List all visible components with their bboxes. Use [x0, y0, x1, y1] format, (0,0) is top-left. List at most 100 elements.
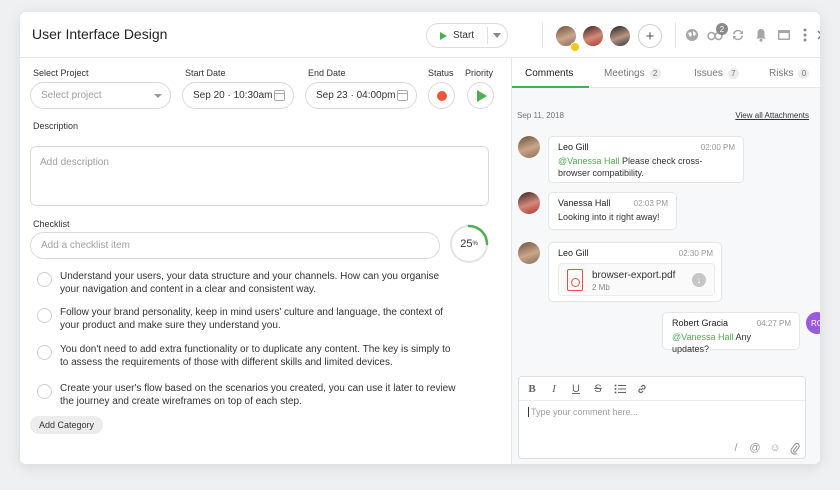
status-button[interactable] — [428, 82, 455, 109]
description-input[interactable]: Add description — [30, 146, 489, 206]
tab-label: Comments — [525, 67, 574, 79]
view-all-attachments-link[interactable]: View all Attachments — [735, 111, 809, 120]
checkbox[interactable] — [37, 308, 52, 323]
start-date-field[interactable]: Sep 20 · 10:30am — [182, 82, 294, 109]
header-divider — [675, 22, 676, 48]
checklist-progress: 25% — [449, 224, 489, 264]
strikethrough-icon[interactable]: S — [590, 381, 606, 397]
mention-link[interactable]: @Vanessa Hall — [672, 332, 734, 342]
tab-risks[interactable]: Risks 0 — [769, 58, 810, 88]
attachment[interactable]: browser-export.pdf 2 Mb ↓ — [558, 263, 715, 296]
bell-icon[interactable] — [753, 27, 769, 43]
pdf-file-icon — [567, 269, 583, 291]
comment-time: 02:03 PM — [633, 199, 668, 208]
more-vertical-icon[interactable] — [797, 27, 813, 43]
comment-input[interactable]: Type your comment here... — [528, 407, 638, 417]
activity-panel: Comments Meetings 2 Issues 7 Risks 0 Sep… — [512, 58, 820, 464]
editor-toolbar: B I U S — [519, 377, 805, 401]
active-tab-indicator — [512, 86, 589, 88]
checklist-item-text: Follow your brand personality, keep in m… — [60, 307, 444, 331]
avatar[interactable] — [581, 24, 605, 48]
attachment-size: 2 Mb — [592, 283, 610, 292]
priority-button[interactable] — [467, 82, 494, 109]
header-divider — [542, 22, 543, 48]
comment-editor: B I U S Type your comment here... / @ ☺ — [518, 376, 806, 459]
start-date-label: Start Date — [185, 68, 226, 78]
checkbox[interactable] — [37, 384, 52, 399]
project-label: Select Project — [33, 68, 89, 78]
tab-label: Meetings — [604, 67, 645, 79]
tab-label: Risks — [769, 67, 794, 79]
bold-icon[interactable]: B — [524, 381, 540, 397]
comment-bubble: Leo Gill 02:30 PM browser-export.pdf 2 M… — [548, 242, 722, 302]
project-select-placeholder: Select project — [41, 90, 102, 101]
attachment-icon[interactable] — [788, 441, 802, 455]
status-label: Status — [428, 68, 454, 78]
start-button-main[interactable]: Start — [427, 24, 487, 47]
start-date-value: Sep 20 · 10:30am — [193, 90, 273, 101]
priority-label: Priority — [465, 68, 494, 78]
checkbox[interactable] — [37, 345, 52, 360]
checklist-label: Checklist — [33, 219, 70, 229]
comment-text: @Vanessa Hall Any updates? — [672, 331, 790, 355]
chevron-down-icon — [154, 94, 162, 98]
checklist-input[interactable]: Add a checklist item — [30, 232, 440, 259]
attachment-name: browser-export.pdf — [592, 270, 676, 281]
italic-icon[interactable]: I — [546, 381, 562, 397]
status-dot-icon — [436, 90, 447, 101]
comment-bubble: Vanessa Hall 02:03 PM Looking into it ri… — [548, 192, 677, 230]
tab-meetings[interactable]: Meetings 2 — [604, 58, 661, 88]
tab-comments[interactable]: Comments — [525, 58, 573, 88]
task-header: User Interface Design Start + 2 — [20, 12, 820, 58]
play-icon — [439, 31, 447, 40]
bullet-list-icon[interactable] — [612, 381, 628, 397]
add-category-button[interactable]: Add Category — [30, 416, 104, 434]
close-icon[interactable] — [814, 27, 820, 43]
tab-bar: Comments Meetings 2 Issues 7 Risks 0 — [512, 58, 820, 88]
comment-time: 04:27 PM — [756, 319, 791, 328]
comment-bubble: Robert Gracia 04:27 PM @Vanessa Hall Any… — [662, 312, 800, 354]
page-title: User Interface Design — [32, 26, 168, 42]
comment-bubble: Leo Gill 02:00 PM @Vanessa Hall Please c… — [548, 136, 744, 183]
comment-text: @Vanessa Hall Please check cross-browser… — [558, 155, 734, 179]
tab-count-badge: 2 — [649, 67, 661, 79]
start-button[interactable]: Start — [426, 23, 508, 48]
underline-icon[interactable]: U — [568, 381, 584, 397]
checkbox[interactable] — [37, 272, 52, 287]
start-label: Start — [452, 30, 475, 41]
emoji-icon[interactable]: ☺ — [768, 441, 782, 455]
mention-icon[interactable]: @ — [748, 441, 762, 455]
end-date-value: Sep 23 · 04:00pm — [316, 90, 396, 101]
comments-date: Sep 11, 2018 — [517, 111, 565, 120]
checklist-input-placeholder: Add a checklist item — [41, 240, 130, 251]
download-icon[interactable]: ↓ — [692, 273, 706, 287]
progress-unit: % — [472, 241, 478, 247]
checklist-item-text: Understand your users, your data structu… — [60, 271, 440, 295]
globe-icon[interactable] — [684, 27, 700, 43]
end-date-label: End Date — [308, 68, 346, 78]
tab-issues[interactable]: Issues 7 — [694, 58, 739, 88]
tab-count-badge: 0 — [798, 67, 810, 79]
slash-command-icon[interactable]: / — [729, 441, 743, 455]
window-icon[interactable] — [776, 27, 792, 43]
avatar — [518, 242, 540, 264]
calendar-icon — [274, 90, 285, 101]
avatar: RG — [806, 312, 820, 334]
mention-link[interactable]: @Vanessa Hall — [558, 156, 620, 166]
progress-value: 25% — [449, 224, 489, 264]
owner-badge-icon — [570, 42, 580, 52]
comment-time: 02:30 PM — [678, 249, 713, 258]
avatar[interactable] — [608, 24, 632, 48]
avatar — [518, 192, 540, 214]
add-member-button[interactable]: + — [638, 24, 662, 48]
start-button-divider — [487, 27, 488, 44]
notification-count-badge: 2 — [716, 23, 728, 35]
end-date-field[interactable]: Sep 23 · 04:00pm — [305, 82, 417, 109]
link-icon[interactable] — [634, 381, 650, 397]
sync-icon[interactable] — [730, 27, 746, 43]
project-select[interactable]: Select project — [30, 82, 171, 109]
task-form: Select Project Select project Start Date… — [20, 58, 511, 464]
chevron-down-icon[interactable] — [493, 33, 501, 38]
tab-label: Issues — [694, 67, 723, 79]
task-card: User Interface Design Start + 2 Select P… — [20, 12, 820, 464]
